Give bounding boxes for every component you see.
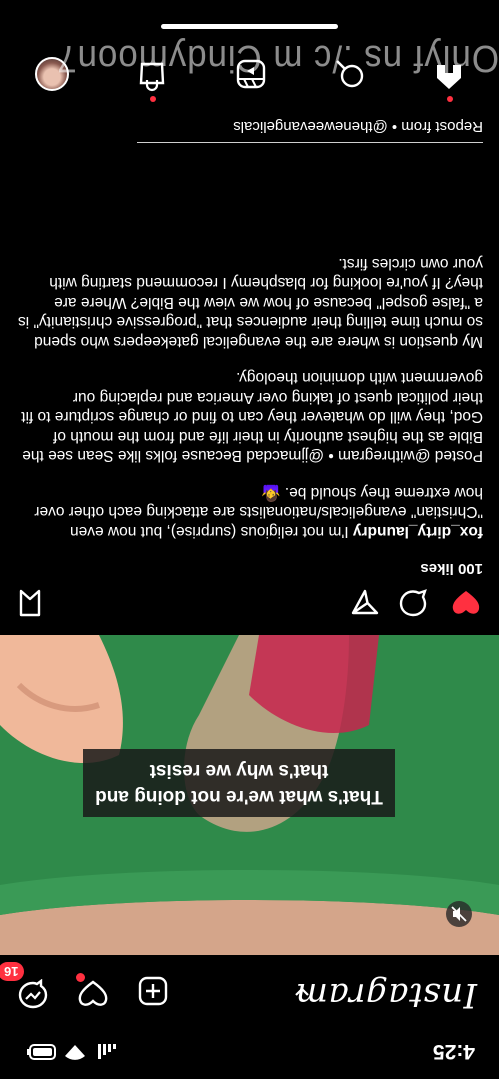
chevron-down-icon[interactable] xyxy=(295,987,309,997)
caption-paragraph-1: fox_dirty_laundry I'm not religious (sur… xyxy=(17,483,483,542)
battery-icon xyxy=(27,1044,56,1061)
post-username[interactable]: fox_dirty_laundry xyxy=(353,523,483,540)
post-actions xyxy=(0,575,499,635)
messenger-icon xyxy=(18,978,48,1009)
status-icons xyxy=(26,1044,116,1061)
wifi-icon xyxy=(65,1045,85,1060)
repost-divider xyxy=(137,142,483,143)
like-count[interactable]: 100 likes xyxy=(420,560,483,577)
video-caption: That's what we're not doing and that's w… xyxy=(83,749,395,817)
caption-paragraph-2: Posted @withregram • @jjmacdad Because f… xyxy=(21,369,483,465)
screen: 4:25 Instagram 16 That's what we're not … xyxy=(0,0,499,1079)
bookmark-icon[interactable] xyxy=(18,589,42,617)
post-media[interactable]: That's what we're not doing and that's w… xyxy=(0,635,499,955)
activity-dot xyxy=(76,973,85,982)
messages-button[interactable]: 16 xyxy=(0,962,48,1009)
app-header: Instagram 16 xyxy=(0,955,499,1023)
comment-icon[interactable] xyxy=(399,589,427,617)
status-time: 4:25 xyxy=(432,1040,475,1063)
share-icon[interactable] xyxy=(351,589,379,617)
status-bar: 4:25 xyxy=(0,1023,499,1079)
post-caption: fox_dirty_laundry I'm not religious (sur… xyxy=(17,237,483,542)
watermark-text: Onlyf ns ./c m Cindymoon7 xyxy=(56,37,499,79)
home-indicator xyxy=(161,24,338,29)
plus-icon[interactable] xyxy=(138,977,168,1007)
app-logo[interactable]: Instagram xyxy=(295,975,477,1015)
home-dot xyxy=(447,96,454,102)
activity-button[interactable] xyxy=(76,973,108,1008)
repost-credit[interactable]: Repost from • @theneweevangelicals xyxy=(233,118,483,135)
mute-icon[interactable] xyxy=(446,901,472,927)
signal-icon xyxy=(98,1044,116,1060)
heart-icon xyxy=(78,980,108,1006)
shop-dot xyxy=(150,96,157,102)
caption-paragraph-3: My question is where are the evangelical… xyxy=(17,255,483,350)
heart-icon[interactable] xyxy=(451,589,481,617)
message-count-badge: 16 xyxy=(0,962,25,981)
